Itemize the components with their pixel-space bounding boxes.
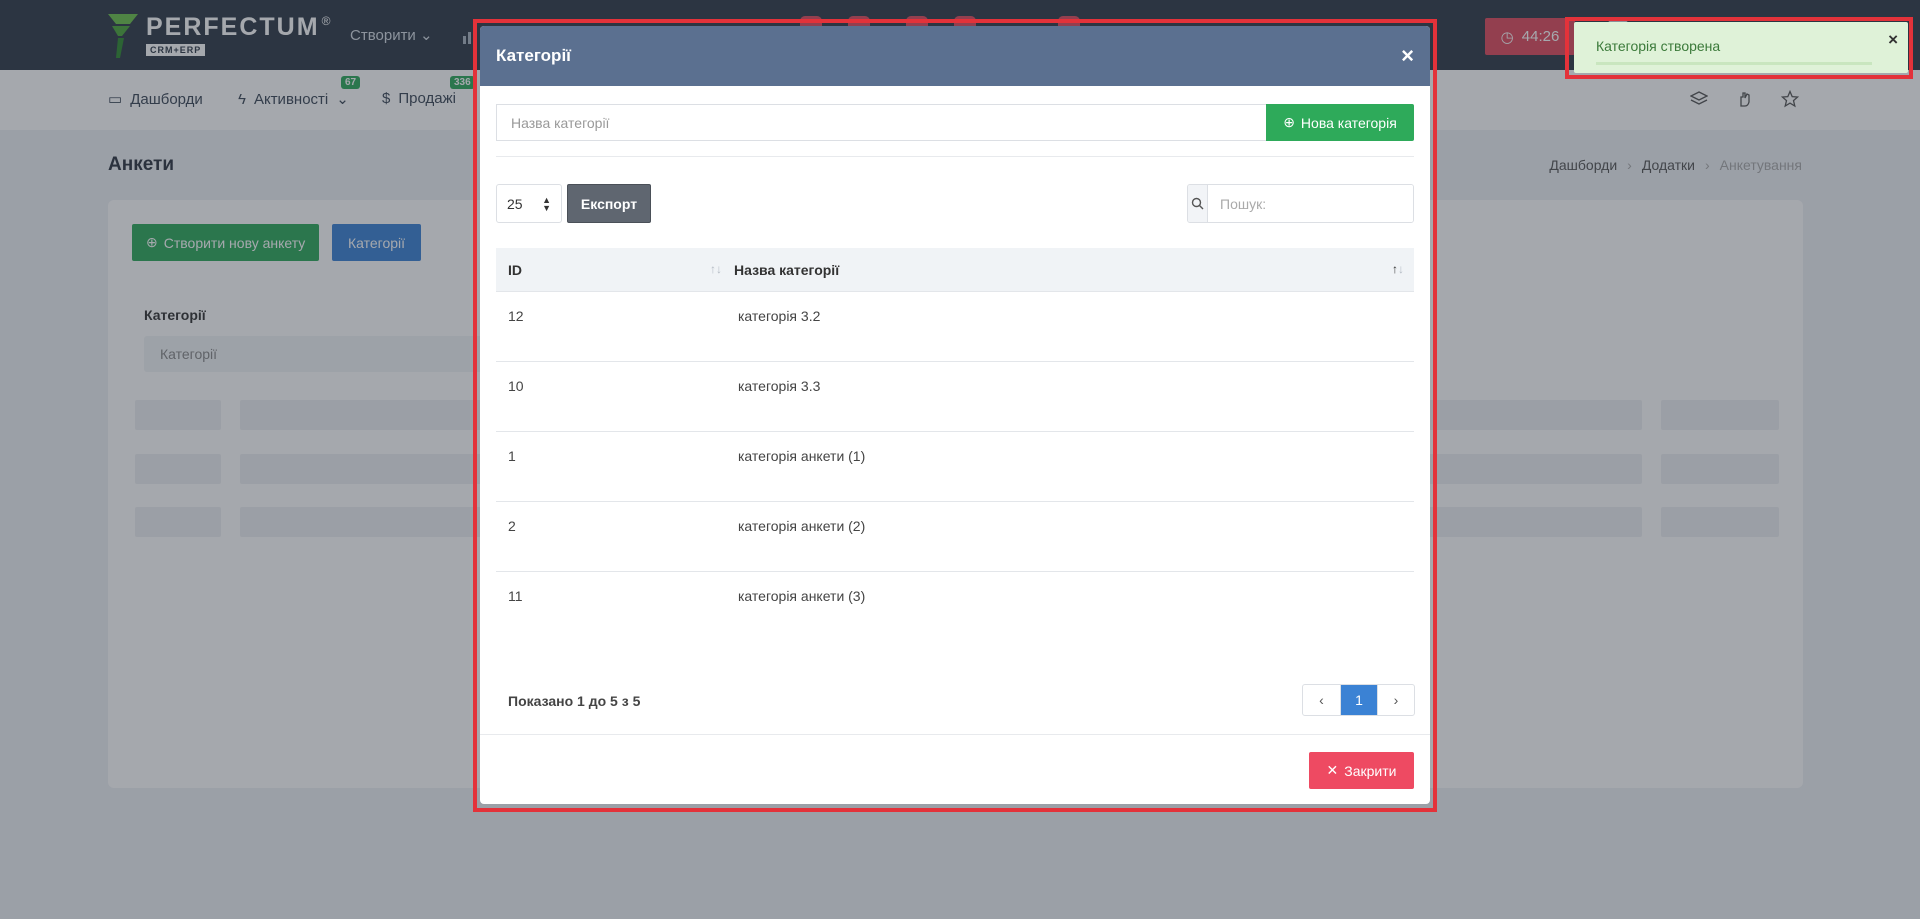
pagination-prev-button[interactable]: ‹ xyxy=(1303,685,1340,715)
search-icon xyxy=(1188,185,1208,222)
close-modal-label: Закрити xyxy=(1344,762,1397,779)
pagination-info: Показано 1 до 5 з 5 xyxy=(508,693,641,709)
pagination-next-button[interactable]: › xyxy=(1377,685,1414,715)
categories-modal: Категорії × ⊕ Нова категорія 25 ▲▼ Експорт… xyxy=(480,26,1430,804)
cell-id: 11 xyxy=(508,588,523,604)
toast-message: Категорія створена xyxy=(1596,38,1721,54)
export-button[interactable]: Експорт xyxy=(567,184,651,223)
close-modal-button[interactable]: ✕ Закрити xyxy=(1309,752,1414,789)
cell-name: категорія 3.3 xyxy=(738,378,821,394)
cell-name: категорія анкети (3) xyxy=(738,588,866,604)
new-category-button[interactable]: ⊕ Нова категорія xyxy=(1266,104,1414,141)
divider xyxy=(496,156,1414,157)
search-input[interactable] xyxy=(1208,185,1413,222)
column-header-name[interactable]: Назва категорії ↑↓ xyxy=(734,262,1414,278)
close-icon: ✕ xyxy=(1326,762,1339,778)
table-row[interactable]: 10 категорія 3.3 xyxy=(496,362,1414,432)
cell-name: категорія анкети (2) xyxy=(738,518,866,534)
toast-close-icon[interactable]: × xyxy=(1888,30,1898,50)
cell-id: 10 xyxy=(508,378,524,394)
new-category-label: Нова категорія xyxy=(1300,114,1397,131)
pagination-page-1[interactable]: 1 xyxy=(1340,685,1377,715)
column-header-id[interactable]: ID ↑↓ xyxy=(496,262,734,278)
new-category-form: ⊕ Нова категорія xyxy=(496,104,1414,141)
cell-id: 2 xyxy=(508,518,516,534)
column-id-label: ID xyxy=(508,261,522,278)
cell-id: 1 xyxy=(508,448,516,464)
table-header: ID ↑↓ Назва категорії ↑↓ xyxy=(496,248,1414,292)
page-size-value: 25 xyxy=(507,195,523,212)
search-box xyxy=(1187,184,1414,223)
column-name-label: Назва категорії xyxy=(734,261,840,278)
categories-table: ID ↑↓ Назва категорії ↑↓ 12 категорія 3.2 1… xyxy=(496,248,1414,642)
toast-progress xyxy=(1596,62,1872,65)
divider xyxy=(480,734,1430,735)
sort-updown-icon: ▲ ▼ xyxy=(542,194,551,213)
cell-id: 12 xyxy=(508,308,524,324)
page-size-select[interactable]: 25 ▲ ▼ xyxy=(496,184,562,223)
sort-asc-icon: ↑↓ xyxy=(1392,261,1404,276)
close-icon[interactable]: × xyxy=(1401,43,1414,69)
modal-header: Категорії × xyxy=(480,26,1430,86)
table-row[interactable]: 11 категорія анкети (3) xyxy=(496,572,1414,642)
plus-circle-icon: ⊕ xyxy=(1283,114,1295,130)
table-row[interactable]: 12 категорія 3.2 xyxy=(496,292,1414,362)
success-toast: Категорія створена × xyxy=(1574,22,1908,73)
modal-title: Категорії xyxy=(496,46,571,65)
sort-icon: ↑↓ xyxy=(710,261,722,276)
cell-name: категорія 3.2 xyxy=(738,308,821,324)
table-row[interactable]: 2 категорія анкети (2) xyxy=(496,502,1414,572)
category-name-input[interactable] xyxy=(496,104,1266,141)
cell-name: категорія анкети (1) xyxy=(738,448,866,464)
table-row[interactable]: 1 категорія анкети (1) xyxy=(496,432,1414,502)
pagination: ‹ 1 › xyxy=(1302,684,1415,716)
